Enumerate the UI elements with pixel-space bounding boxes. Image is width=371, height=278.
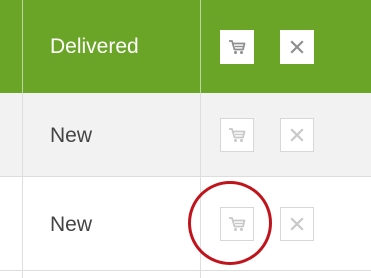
close-icon [290, 40, 304, 54]
table-row: New [0, 93, 371, 177]
cart-icon [228, 39, 246, 55]
delete-button[interactable] [280, 118, 314, 152]
close-icon [290, 128, 304, 142]
column-divider [22, 177, 23, 278]
cart-button[interactable] [220, 118, 254, 152]
delete-button[interactable] [280, 30, 314, 64]
status-label: New [50, 213, 93, 236]
column-divider [22, 0, 23, 93]
column-divider [22, 93, 23, 177]
cart-icon [228, 127, 246, 143]
column-divider [200, 93, 201, 177]
close-icon [290, 217, 304, 231]
status-label: New [50, 124, 93, 147]
delete-button[interactable] [280, 207, 314, 241]
table-row: New [0, 177, 371, 278]
status-label: Delivered [50, 35, 139, 58]
highlight-circle [188, 181, 272, 265]
table-row: Delivered [0, 0, 371, 93]
column-divider [200, 0, 201, 93]
row-divider [0, 270, 371, 271]
cart-button[interactable] [220, 30, 254, 64]
